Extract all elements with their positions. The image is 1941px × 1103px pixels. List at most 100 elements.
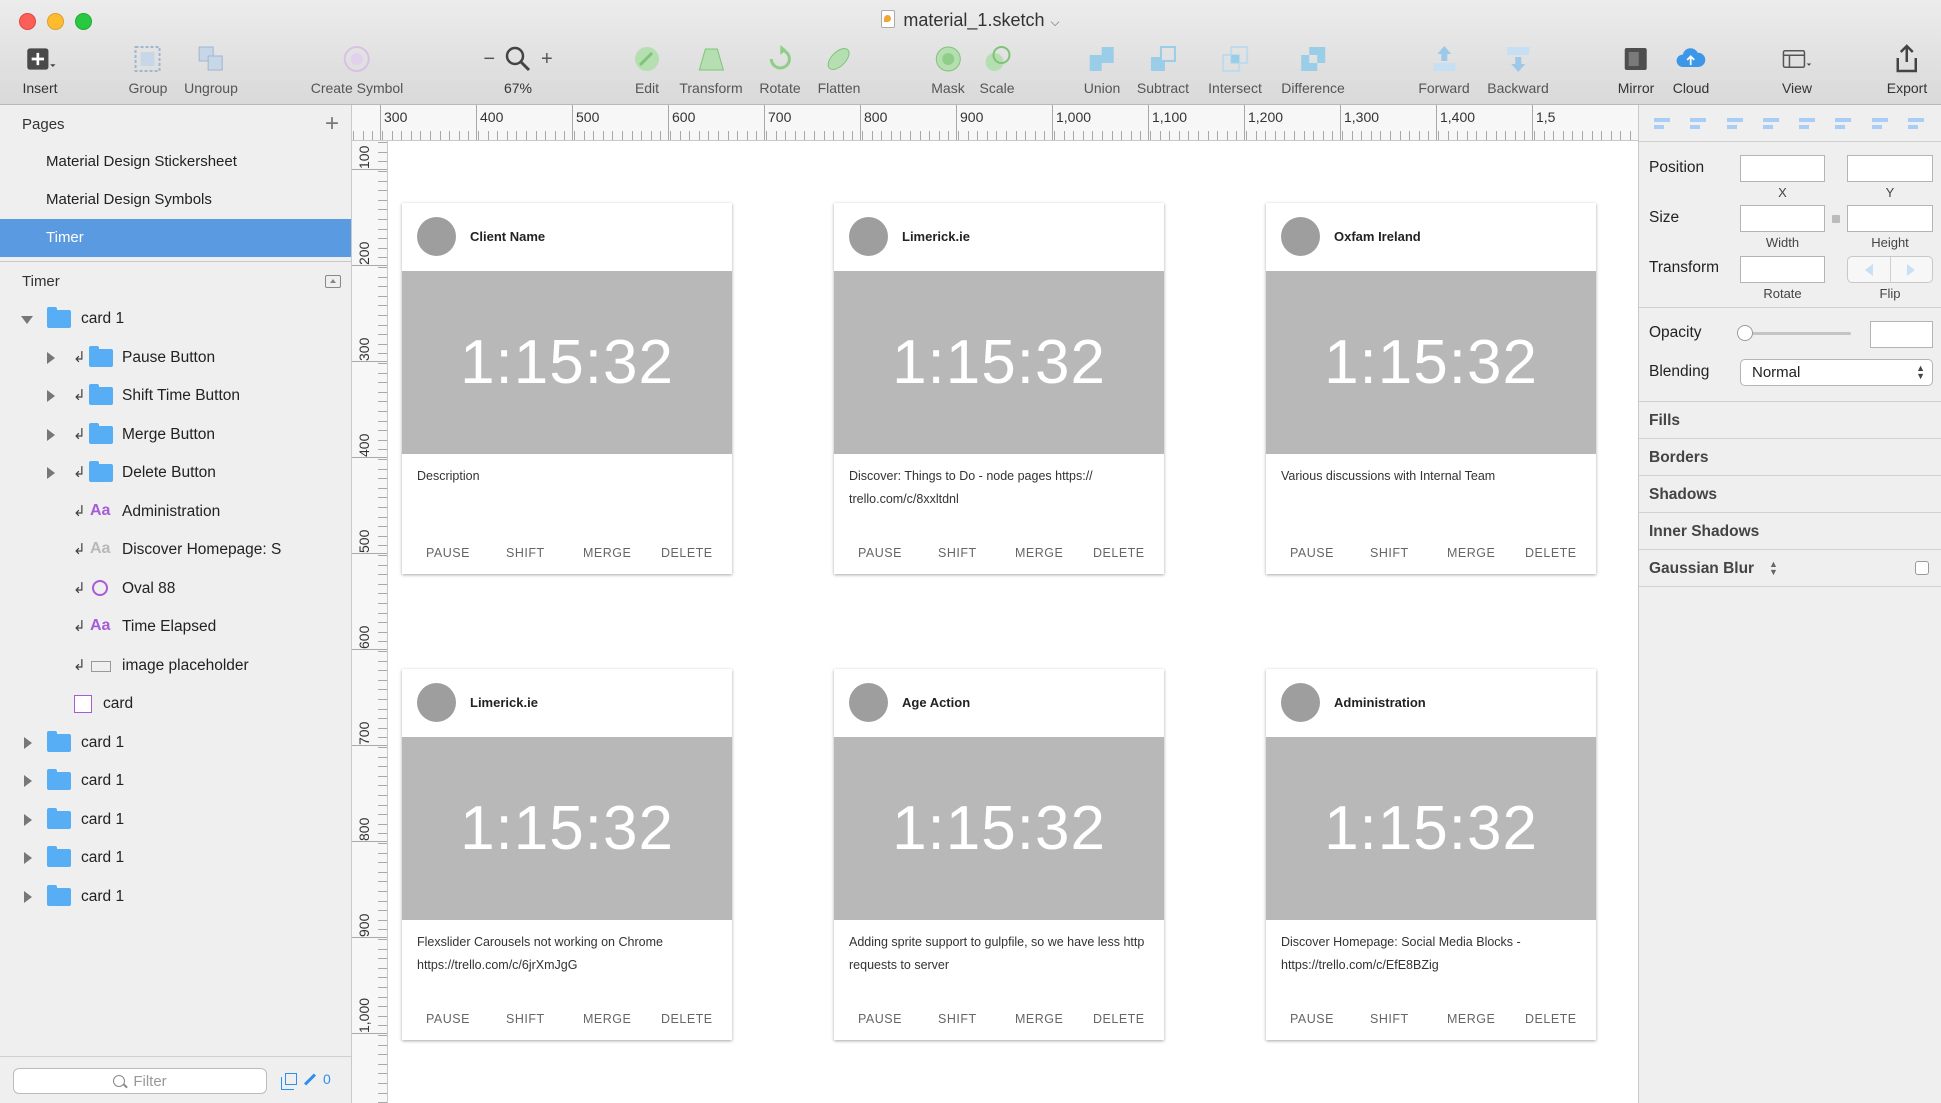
- rotate-button[interactable]: Rotate: [759, 40, 801, 102]
- merge-button[interactable]: MERGE: [583, 1012, 631, 1026]
- merge-button[interactable]: MERGE: [1447, 1012, 1495, 1026]
- inner-shadows-section[interactable]: Inner Shadows: [1639, 513, 1941, 550]
- page-item-selected[interactable]: Timer: [0, 219, 351, 257]
- disclosure-right-icon[interactable]: [24, 775, 32, 787]
- layer-row[interactable]: ↲ Delete Button: [0, 454, 351, 493]
- disclosure-right-icon[interactable]: [24, 736, 32, 749]
- opacity-field[interactable]: [1870, 321, 1933, 348]
- layer-row[interactable]: ↲ Oval 88: [0, 570, 351, 609]
- opacity-slider-handle[interactable]: [1737, 325, 1753, 341]
- position-y-field[interactable]: [1847, 155, 1933, 182]
- view-button[interactable]: View: [1782, 40, 1812, 102]
- edit-button[interactable]: Edit: [632, 40, 662, 102]
- shadows-section[interactable]: Shadows: [1639, 476, 1941, 513]
- mirror-button[interactable]: Mirror: [1618, 40, 1654, 102]
- height-field[interactable]: [1847, 205, 1933, 232]
- subtract-button[interactable]: Subtract: [1137, 40, 1189, 102]
- zoom-in-button[interactable]: +: [541, 48, 553, 71]
- cloud-button[interactable]: Cloud: [1673, 40, 1709, 102]
- document-title[interactable]: material_1.sketch ⌵: [0, 10, 1941, 31]
- pause-button[interactable]: PAUSE: [858, 1012, 902, 1026]
- difference-button[interactable]: Difference: [1281, 40, 1345, 102]
- disclosure-right-icon[interactable]: [47, 428, 55, 441]
- gaussian-blur-section[interactable]: Gaussian Blur ▲ ▼: [1639, 550, 1941, 587]
- disclosure-right-icon[interactable]: [47, 390, 55, 402]
- blur-type-stepper-icon[interactable]: ▲ ▼: [1769, 560, 1778, 577]
- scale-button[interactable]: Scale: [979, 40, 1015, 102]
- zoom-out-button[interactable]: −: [483, 48, 495, 71]
- distribute-horizontal-icon[interactable]: [1651, 114, 1672, 132]
- fills-section[interactable]: Fills: [1639, 402, 1941, 439]
- delete-button[interactable]: DELETE: [661, 1012, 713, 1026]
- borders-section[interactable]: Borders: [1639, 439, 1941, 476]
- delete-button[interactable]: DELETE: [1093, 546, 1145, 560]
- align-right-icon[interactable]: [1796, 114, 1817, 132]
- merge-button[interactable]: MERGE: [1015, 1012, 1063, 1026]
- group-button[interactable]: Group: [129, 40, 167, 102]
- layer-row[interactable]: ↲ Aa Discover Homepage: S: [0, 531, 351, 570]
- timer-card[interactable]: Age Action 1:15:32 Adding sprite support t…: [834, 669, 1164, 1040]
- timer-card[interactable]: Administration 1:15:32 Discover Homepage: …: [1266, 669, 1596, 1040]
- blending-select[interactable]: Normal ▲ ▼: [1740, 359, 1933, 386]
- union-button[interactable]: Union: [1084, 40, 1120, 102]
- delete-button[interactable]: DELETE: [1093, 1012, 1145, 1026]
- align-left-icon[interactable]: [1724, 114, 1745, 132]
- shift-time-button[interactable]: SHIFT: [1370, 546, 1409, 560]
- insert-button[interactable]: Insert: [22, 40, 58, 102]
- flip-horizontal-button[interactable]: [1848, 257, 1891, 282]
- close-window-button[interactable]: [19, 13, 36, 30]
- disclosure-right-icon[interactable]: [47, 351, 55, 364]
- pause-button[interactable]: PAUSE: [1290, 1012, 1334, 1026]
- flatten-button[interactable]: Flatten: [818, 40, 860, 102]
- layer-row[interactable]: card: [0, 685, 351, 724]
- merge-button[interactable]: MERGE: [1015, 546, 1063, 560]
- flip-vertical-button[interactable]: [1891, 257, 1933, 282]
- page-item[interactable]: Material Design Stickersheet: [0, 143, 351, 181]
- position-x-field[interactable]: [1740, 155, 1825, 182]
- pause-button[interactable]: PAUSE: [858, 546, 902, 560]
- timer-card[interactable]: Limerick.ie 1:15:32 Discover: Things to Do…: [834, 203, 1164, 574]
- mask-button[interactable]: Mask: [931, 40, 965, 102]
- slice-filter-icon[interactable]: [303, 1072, 317, 1086]
- layer-row[interactable]: ↲ image placeholder: [0, 647, 351, 686]
- create-symbol-button[interactable]: Create Symbol: [311, 40, 403, 102]
- layer-row[interactable]: ↲ Merge Button: [0, 416, 351, 455]
- delete-button[interactable]: DELETE: [1525, 546, 1577, 560]
- minimize-window-button[interactable]: [47, 13, 64, 30]
- shift-time-button[interactable]: SHIFT: [506, 546, 545, 560]
- align-bottom-icon[interactable]: [1905, 114, 1926, 132]
- transform-button[interactable]: Transform: [679, 40, 743, 102]
- layer-row[interactable]: card 1: [0, 724, 351, 763]
- disclosure-right-icon[interactable]: [24, 813, 32, 826]
- forward-button[interactable]: Forward: [1418, 40, 1470, 102]
- collapse-layers-icon[interactable]: [325, 274, 341, 288]
- width-field[interactable]: [1740, 205, 1825, 232]
- disclosure-right-icon[interactable]: [24, 890, 32, 903]
- symbol-filter-icon[interactable]: [281, 1073, 297, 1090]
- lock-icon[interactable]: [1832, 215, 1840, 223]
- timer-card[interactable]: Limerick.ie 1:15:32 Flexslider Carousels n…: [402, 669, 732, 1040]
- align-center-icon[interactable]: [1760, 114, 1781, 132]
- pause-button[interactable]: PAUSE: [426, 546, 470, 560]
- layer-row[interactable]: ↲ Aa Time Elapsed: [0, 608, 351, 647]
- layer-row[interactable]: card 1: [0, 878, 351, 917]
- zoom-window-button[interactable]: [75, 13, 92, 30]
- delete-button[interactable]: DELETE: [661, 546, 713, 560]
- timer-card[interactable]: Client Name 1:15:32 Description PAUSE SHIFT M…: [402, 203, 732, 574]
- shift-time-button[interactable]: SHIFT: [938, 546, 977, 560]
- layer-filter-input[interactable]: Filter: [13, 1068, 267, 1094]
- disclosure-right-icon[interactable]: [47, 467, 55, 479]
- opacity-slider-track[interactable]: [1744, 332, 1851, 335]
- distribute-vertical-icon[interactable]: [1687, 114, 1708, 132]
- merge-button[interactable]: MERGE: [583, 546, 631, 560]
- layer-row[interactable]: card 1: [0, 762, 351, 801]
- layer-row[interactable]: ↲ Aa Administration: [0, 493, 351, 532]
- pause-button[interactable]: PAUSE: [1290, 546, 1334, 560]
- shift-time-button[interactable]: SHIFT: [506, 1012, 545, 1026]
- layer-row[interactable]: ↲ Shift Time Button: [0, 377, 351, 416]
- layer-row[interactable]: card 1: [0, 801, 351, 840]
- timer-card[interactable]: Oxfam Ireland 1:15:32 Various discussions …: [1266, 203, 1596, 574]
- delete-button[interactable]: DELETE: [1525, 1012, 1577, 1026]
- layer-row[interactable]: ↲ Pause Button: [0, 339, 351, 378]
- pause-button[interactable]: PAUSE: [426, 1012, 470, 1026]
